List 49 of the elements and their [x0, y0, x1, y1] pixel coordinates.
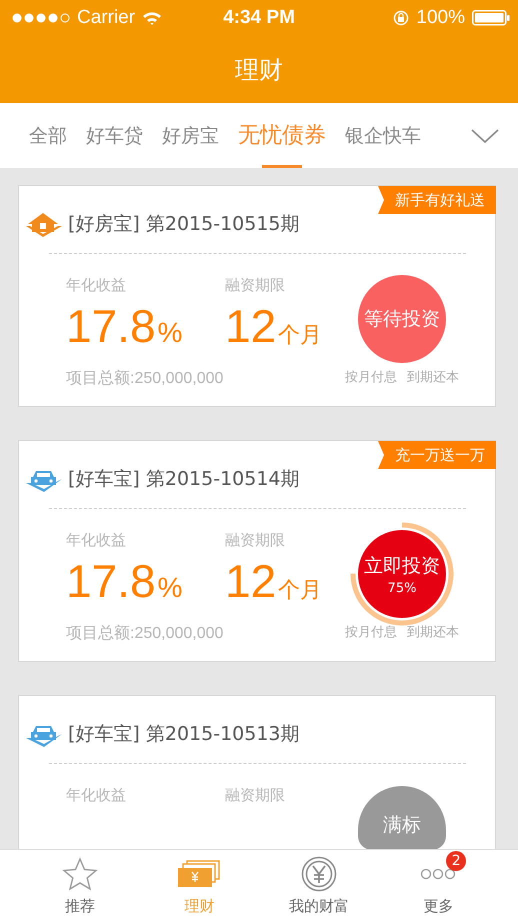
notification-badge: 2 [446, 851, 466, 871]
product-card[interactable]: [好车宝] 第2015-10513期 年化收益 融资期限 满标 [18, 695, 496, 849]
stat-label: 融资期限 [225, 531, 286, 551]
battery-icon [472, 10, 510, 26]
yen-coin-icon [300, 856, 337, 892]
stat-label: 年化收益 [66, 786, 127, 806]
product-title: [好车宝] 第2015-10513期 [68, 722, 300, 747]
stat-label: 融资期限 [225, 786, 285, 806]
house-icon [24, 210, 64, 238]
invest-button[interactable]: 等待投资 [358, 275, 446, 363]
repayment-terms: 按月付息 到期还本 [344, 369, 460, 386]
invest-button[interactable]: 立即投资 75% [358, 530, 446, 618]
repayment-terms: 按月付息 到期还本 [344, 624, 460, 641]
promo-ribbon: 充一万送一万 [378, 441, 496, 469]
product-title: [好车宝] 第2015-10514期 [68, 467, 300, 492]
page-title: 理财 [235, 54, 283, 86]
stat-label: 年化收益 [66, 531, 127, 551]
stat-value: 12 个月 [225, 301, 322, 354]
product-card[interactable]: [好房宝] 第2015-10515期 新手有好礼送 年化收益 17.8% 融资期限 12 个月 项目总额:250,000,000 等待投资 按月付息 到期还本 [18, 185, 496, 407]
total-amount: 项目总额:250,000,000 [66, 368, 224, 389]
stat-label: 年化收益 [66, 276, 127, 296]
signal-icon [12, 13, 70, 23]
carrier-name: Carrier [77, 7, 136, 29]
clock-time: 4:34 PM [222, 7, 296, 29]
battery-percent: 100% [416, 7, 465, 29]
tab-bar-item[interactable]: 理财 [140, 850, 259, 920]
category-tab[interactable]: 好房宝 [162, 103, 219, 168]
stat-label: 融资期限 [225, 276, 286, 296]
total-amount: 项目总额:250,000,000 [66, 624, 224, 644]
product-card[interactable]: [好车宝] 第2015-10514期 充一万送一万 年化收益 17.8% 融资期限 12 个月 项目总额:250,000,000 立即投资 75% 按月付息 到期还本 [18, 440, 496, 662]
more-icon [420, 867, 456, 881]
star-icon [62, 857, 98, 891]
category-tab[interactable]: 全部 [29, 103, 67, 168]
wifi-icon [142, 11, 162, 25]
promo-ribbon: 新手有好礼送 [378, 186, 496, 214]
product-title: [好房宝] 第2015-10515期 [68, 212, 300, 237]
category-tab[interactable]: 好车贷 [86, 103, 143, 168]
category-tab[interactable]: 无忧债券 [238, 103, 326, 168]
rotation-lock-icon [393, 10, 410, 26]
tab-bar-item[interactable]: 2 更多 [378, 850, 498, 920]
stat-value: 17.8% [66, 556, 184, 609]
tab-bar-item[interactable]: 我的财富 [259, 850, 378, 920]
stat-value: 17.8% [66, 301, 184, 354]
category-tab[interactable]: 银企快车 [345, 103, 421, 168]
banknotes-icon [177, 860, 222, 888]
tab-bar-item[interactable]: 推荐 [20, 850, 140, 920]
chevron-down-icon [470, 126, 500, 144]
invest-button[interactable]: 满标 [358, 786, 446, 849]
stat-value: 12 个月 [225, 556, 322, 609]
